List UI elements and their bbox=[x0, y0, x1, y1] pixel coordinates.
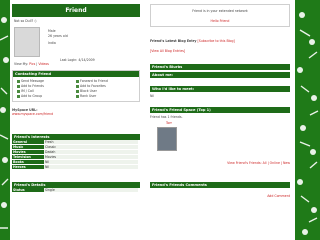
profile-age: 26 years old bbox=[48, 34, 68, 38]
profile-summary: Not so Dull? :) Male 26 years old India … bbox=[12, 17, 140, 67]
subscribe-blog-link[interactable]: [Subscribe to this Blog] bbox=[197, 39, 234, 43]
send-message-button[interactable]: Send Message bbox=[17, 79, 76, 83]
who-to-meet-value: Nil bbox=[150, 94, 155, 98]
profile-photo[interactable] bbox=[14, 27, 40, 57]
right-column: Friend is in your extended network Hello… bbox=[150, 4, 290, 198]
table-row: Status Single bbox=[12, 188, 138, 193]
interests-table: General Fresh Music Classic Movies Dadah Te… bbox=[12, 140, 138, 170]
add-comment-link[interactable]: Add Comment bbox=[150, 194, 290, 198]
url-link[interactable]: www.myspace.com/friend bbox=[12, 112, 140, 116]
add-favorites-button[interactable]: Add to Favorites bbox=[76, 84, 135, 88]
friend-name-link[interactable]: Tom bbox=[166, 121, 172, 125]
add-group-button[interactable]: Add to Group bbox=[17, 94, 76, 98]
group-icon bbox=[17, 94, 20, 98]
friend-count: Friend has 1 friends. bbox=[150, 115, 183, 119]
add-friend-icon bbox=[17, 84, 20, 88]
last-login: Last Login: 4/14/2009 bbox=[60, 58, 95, 62]
details-box: Friend's Details Status Single bbox=[12, 182, 140, 193]
profile-gender: Male bbox=[48, 29, 56, 33]
forward-button[interactable]: Forward to Friend bbox=[76, 79, 135, 83]
url-box: MySpace URL: www.myspace.com/friend bbox=[12, 108, 140, 116]
comments-title: Friend's Friends Comments bbox=[150, 182, 290, 188]
last-login-label: Last Login: bbox=[60, 58, 78, 62]
friend-space-title: Friend's Friend Space (Top 1) bbox=[150, 107, 290, 113]
blog-box: Friend's Latest Blog Entry [Subscribe to… bbox=[150, 39, 290, 53]
im-call-button[interactable]: IM / Call bbox=[17, 89, 76, 93]
view-videos-link[interactable]: Videos bbox=[38, 62, 49, 66]
last-login-date: 4/14/2009 bbox=[78, 58, 95, 62]
comments-box: Friend's Friends Comments Add Comment bbox=[150, 182, 290, 198]
block-user-button[interactable]: Block User bbox=[76, 89, 135, 93]
view-friends-links[interactable]: View Friend's Friends: All | Online | Ne… bbox=[227, 161, 290, 165]
rank-user-button[interactable]: Rank User bbox=[76, 94, 135, 98]
view-pics-link[interactable]: Pics bbox=[29, 62, 35, 66]
blurbs-title: Friend's Blurbs bbox=[150, 64, 290, 70]
forward-icon bbox=[76, 79, 79, 83]
left-column: Friend Not so Dull? :) Male 26 years old… bbox=[12, 4, 140, 193]
contact-box: Contacting Friend Send Message Forward t… bbox=[12, 70, 140, 102]
block-icon bbox=[76, 89, 79, 93]
mail-icon bbox=[17, 79, 20, 83]
friend-space-box: Friend's Friend Space (Top 1) Friend has… bbox=[150, 107, 290, 170]
blurbs-box: Friend's Blurbs About me: Who I'd like t… bbox=[150, 64, 290, 98]
details-table: Status Single bbox=[12, 188, 138, 193]
who-to-meet-title: Who I'd like to meet: bbox=[150, 86, 290, 92]
rank-icon bbox=[76, 94, 79, 98]
interests-box: Friend's Interests General Fresh Music Cla… bbox=[12, 134, 140, 170]
network-text: Friend is in your extended network bbox=[192, 9, 248, 13]
view-my: View My: Pics | Videos bbox=[14, 62, 49, 66]
table-row: Heroes Nil bbox=[12, 164, 138, 170]
profile-status: Not so Dull? :) bbox=[14, 19, 37, 23]
friend-photo[interactable] bbox=[157, 127, 177, 151]
network-greeting: Hello Friend bbox=[210, 19, 230, 23]
chat-icon bbox=[17, 89, 20, 93]
star-icon bbox=[76, 84, 79, 88]
view-my-label: View My: bbox=[14, 62, 29, 66]
profile-country: India bbox=[48, 41, 56, 45]
blog-label: Friend's Latest Blog Entry bbox=[150, 39, 197, 43]
add-friend-button[interactable]: Add to Friends bbox=[17, 84, 76, 88]
profile-name: Friend bbox=[12, 4, 140, 17]
view-all-blogs-link[interactable]: [View All Blog Entries] bbox=[150, 49, 290, 53]
profile-page: Friend Not so Dull? :) Male 26 years old… bbox=[10, 0, 295, 240]
network-box: Friend is in your extended network Hello… bbox=[150, 4, 290, 27]
